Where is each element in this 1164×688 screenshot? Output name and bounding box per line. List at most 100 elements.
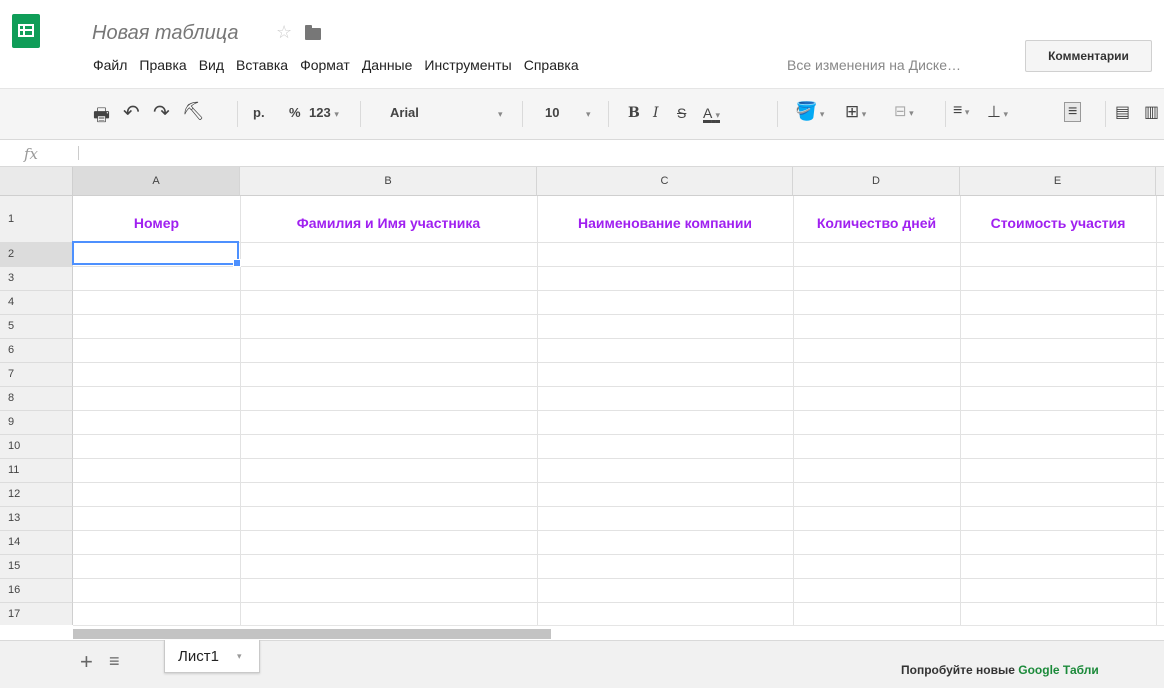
folder-icon[interactable] <box>305 25 321 40</box>
font-size-select[interactable]: 10 <box>545 105 559 120</box>
currency-format-button[interactable]: р. <box>253 105 265 120</box>
row-header[interactable]: 8 <box>0 387 73 411</box>
borders-icon[interactable]: ⊞ ▾ <box>845 102 866 122</box>
row-header[interactable]: 7 <box>0 363 73 387</box>
table-row[interactable] <box>73 531 1164 555</box>
formula-divider <box>78 146 79 160</box>
toolbar: 🖶 ↶ ↷ ⛏ р. % 123 ▾ Arial ▾ 10 ▾ B I S A … <box>0 88 1164 140</box>
row-header[interactable]: 1 <box>0 196 73 243</box>
redo-icon[interactable]: ↷ <box>153 100 170 125</box>
menu-format[interactable]: Формат <box>300 57 350 73</box>
menu-view[interactable]: Вид <box>199 57 224 73</box>
row-header[interactable]: 6 <box>0 339 73 363</box>
table-row[interactable] <box>73 435 1164 459</box>
column-header-f[interactable] <box>1156 167 1164 196</box>
bold-button[interactable]: B <box>628 105 640 121</box>
row-header[interactable]: 10 <box>0 435 73 459</box>
document-title[interactable]: Новая таблица <box>92 22 238 45</box>
table-row[interactable] <box>73 603 1164 625</box>
print-icon[interactable]: 🖶 <box>93 103 110 133</box>
table-row[interactable] <box>73 339 1164 363</box>
table-row[interactable] <box>73 579 1164 603</box>
header-cell-cost[interactable]: Стоимость участия <box>960 196 1156 243</box>
table-row[interactable] <box>73 387 1164 411</box>
table-row[interactable] <box>73 291 1164 315</box>
table-row[interactable] <box>73 267 1164 291</box>
strikethrough-button[interactable]: S <box>677 105 686 121</box>
column-header-a[interactable]: A <box>73 167 240 196</box>
grid-line <box>537 196 538 625</box>
row-header[interactable]: 14 <box>0 531 73 555</box>
table-row[interactable] <box>73 363 1164 387</box>
table-row: Номер Фамилия и Имя участника Наименован… <box>73 196 1164 243</box>
column-header-c[interactable]: C <box>537 167 793 196</box>
undo-icon[interactable]: ↶ <box>123 100 140 125</box>
merge-cells-icon[interactable]: ⊟ ▾ <box>894 102 914 120</box>
table-row[interactable] <box>73 459 1164 483</box>
table-row[interactable] <box>73 555 1164 579</box>
menu-data[interactable]: Данные <box>362 57 413 73</box>
header: Новая таблица ☆ Файл Правка Вид Вставка … <box>0 0 1164 88</box>
comment-icon[interactable]: ▤ <box>1115 102 1130 122</box>
valign-bottom-icon[interactable]: ⊥ ▾ <box>987 102 1008 122</box>
header-cell-number[interactable]: Номер <box>73 196 240 243</box>
row-header[interactable]: 5 <box>0 315 73 339</box>
fx-icon: fx <box>24 145 39 163</box>
grid-line <box>1156 196 1157 625</box>
chevron-down-icon[interactable]: ▾ <box>586 109 591 120</box>
comments-button[interactable]: Комментарии <box>1025 40 1152 72</box>
sheet-list-icon[interactable]: ≡ <box>109 651 120 672</box>
paint-format-icon[interactable]: ⛏ <box>182 101 205 122</box>
row-header[interactable]: 3 <box>0 267 73 291</box>
formula-input[interactable] <box>90 145 1150 163</box>
row-header[interactable]: 15 <box>0 555 73 579</box>
row-header[interactable]: 9 <box>0 411 73 435</box>
row-header[interactable]: 11 <box>0 459 73 483</box>
scrollbar-thumb[interactable] <box>73 629 551 639</box>
sheet-tab[interactable]: Лист1 ▾ <box>164 640 260 673</box>
chevron-down-icon[interactable]: ▾ <box>498 109 503 120</box>
grid-line <box>960 196 961 625</box>
selected-cell-a2[interactable] <box>72 241 241 267</box>
row-header[interactable]: 2 <box>0 243 73 267</box>
italic-button[interactable]: I <box>653 105 659 121</box>
font-family-select[interactable]: Arial <box>390 105 419 120</box>
save-status[interactable]: Все изменения на Диске… <box>787 57 961 73</box>
column-header-b[interactable]: B <box>240 167 537 196</box>
wrap-text-icon[interactable]: ≡ <box>1064 102 1082 122</box>
number-format-button[interactable]: 123 ▾ <box>309 105 339 120</box>
header-cell-days[interactable]: Количество дней <box>793 196 960 243</box>
column-header-d[interactable]: D <box>793 167 960 196</box>
menu-file[interactable]: Файл <box>93 57 127 73</box>
align-left-icon[interactable]: ≡ ▾ <box>953 102 969 120</box>
menu-edit[interactable]: Правка <box>139 57 186 73</box>
header-cell-participant[interactable]: Фамилия и Имя участника <box>240 196 537 243</box>
menu-help[interactable]: Справка <box>524 57 579 73</box>
header-cell-company[interactable]: Наименование компании <box>537 196 793 243</box>
table-row[interactable] <box>73 483 1164 507</box>
table-row[interactable] <box>73 507 1164 531</box>
row-header[interactable]: 12 <box>0 483 73 507</box>
row-header[interactable]: 13 <box>0 507 73 531</box>
table-row[interactable] <box>73 315 1164 339</box>
column-header-e[interactable]: E <box>960 167 1156 196</box>
new-sheets-promo[interactable]: Попробуйте новые Google Табли <box>901 663 1099 677</box>
text-color-button[interactable]: A ▾ <box>703 105 720 121</box>
chevron-down-icon[interactable]: ▾ <box>237 640 242 673</box>
select-all-corner[interactable] <box>0 167 73 196</box>
fill-color-icon[interactable]: 🪣 ▾ <box>795 101 824 122</box>
row-header[interactable]: 4 <box>0 291 73 315</box>
menu-insert[interactable]: Вставка <box>236 57 288 73</box>
horizontal-scrollbar[interactable] <box>73 625 1164 640</box>
table-row[interactable] <box>73 411 1164 435</box>
chart-icon[interactable]: ▥ <box>1144 102 1159 122</box>
row-header[interactable]: 17 <box>0 603 73 625</box>
add-sheet-button[interactable]: + <box>80 649 93 675</box>
sheets-logo-icon[interactable] <box>12 14 40 48</box>
spreadsheet-grid: A B C D E 1 Номер Фамилия и Имя участник… <box>0 167 1164 625</box>
percent-format-button[interactable]: % <box>289 105 301 120</box>
star-icon[interactable]: ☆ <box>276 22 292 43</box>
sheet-bar: + ≡ Лист1 ▾ Попробуйте новые Google Табл… <box>0 640 1164 688</box>
row-header[interactable]: 16 <box>0 579 73 603</box>
menu-tools[interactable]: Инструменты <box>424 57 511 73</box>
